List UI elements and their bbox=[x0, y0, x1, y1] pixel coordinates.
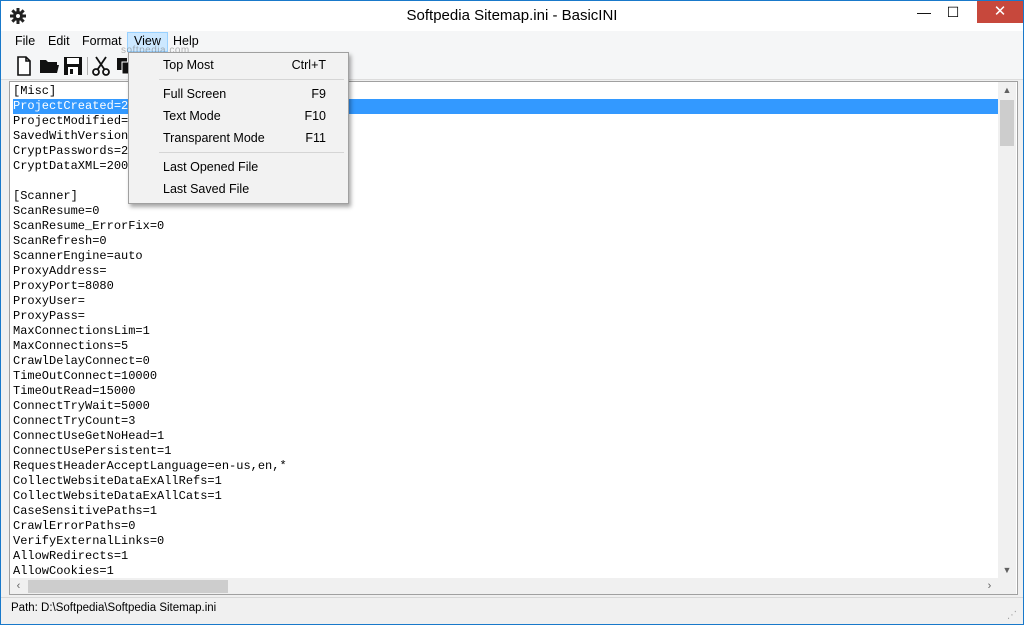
menu-edit[interactable]: Edit bbox=[42, 32, 76, 52]
editor-line[interactable]: CrawlErrorPaths=0 bbox=[13, 519, 998, 534]
editor-line[interactable]: ProxyUser= bbox=[13, 294, 998, 309]
editor-line[interactable]: ProxyPort=8080 bbox=[13, 279, 998, 294]
horizontal-scroll-thumb[interactable] bbox=[28, 580, 228, 593]
editor-line[interactable]: ConnectTryCount=3 bbox=[13, 414, 998, 429]
window-title: Softpedia Sitemap.ini - BasicINI bbox=[406, 7, 618, 24]
editor-line[interactable]: ConnectUseGetNoHead=1 bbox=[13, 429, 998, 444]
vertical-scroll-thumb[interactable] bbox=[1000, 100, 1014, 146]
menu-file[interactable]: File bbox=[9, 32, 41, 52]
editor-line[interactable]: ProxyAddress= bbox=[13, 264, 998, 279]
editor-line[interactable]: ScanResume=0 bbox=[13, 204, 998, 219]
editor-line[interactable]: AllowCookies=1 bbox=[13, 564, 998, 579]
menu-item-full-screen[interactable]: Full Screen F9 bbox=[131, 83, 346, 105]
new-file-icon[interactable] bbox=[13, 55, 35, 77]
menu-item-last-opened-file[interactable]: Last Opened File bbox=[131, 156, 346, 178]
menu-item-shortcut: F11 bbox=[305, 131, 326, 145]
editor-line[interactable]: ScannerEngine=auto bbox=[13, 249, 998, 264]
title-bar: Softpedia Sitemap.ini - BasicINI — ☐ ✕ bbox=[1, 1, 1023, 31]
menu-item-label: Text Mode bbox=[163, 109, 221, 123]
editor-line[interactable]: ProxyPass= bbox=[13, 309, 998, 324]
minimize-button[interactable]: — bbox=[910, 1, 938, 23]
editor-line[interactable]: TimeOutRead=15000 bbox=[13, 384, 998, 399]
menu-item-shortcut: Ctrl+T bbox=[291, 58, 326, 72]
menu-item-text-mode[interactable]: Text Mode F10 bbox=[131, 105, 346, 127]
scroll-up-icon[interactable]: ▲ bbox=[998, 82, 1016, 98]
scroll-down-icon[interactable]: ▼ bbox=[998, 562, 1016, 578]
menu-item-label: Last Opened File bbox=[163, 160, 259, 174]
menu-item-shortcut: F9 bbox=[311, 87, 326, 101]
file-path-status: Path: D:\Softpedia\Softpedia Sitemap.ini bbox=[11, 602, 217, 614]
editor-line[interactable]: ConnectUsePersistent=1 bbox=[13, 444, 998, 459]
editor-line[interactable]: MaxConnections=5 bbox=[13, 339, 998, 354]
close-button[interactable]: ✕ bbox=[977, 1, 1023, 23]
editor-line[interactable]: ConnectTryWait=5000 bbox=[13, 399, 998, 414]
editor-line[interactable]: VerifyExternalLinks=0 bbox=[13, 534, 998, 549]
menu-item-top-most[interactable]: Top Most Ctrl+T bbox=[131, 54, 346, 76]
menu-separator bbox=[159, 152, 344, 153]
toolbar-separator bbox=[87, 57, 88, 75]
save-disk-icon[interactable] bbox=[62, 55, 84, 77]
open-folder-icon[interactable] bbox=[38, 55, 60, 77]
vertical-scrollbar[interactable]: ▲ ▼ bbox=[998, 82, 1016, 578]
editor-line[interactable]: ScanResume_ErrorFix=0 bbox=[13, 219, 998, 234]
scroll-left-icon[interactable]: ‹ bbox=[10, 578, 27, 594]
menu-item-shortcut: F10 bbox=[304, 109, 326, 123]
resize-grip-icon[interactable]: ⋰ bbox=[1007, 610, 1019, 622]
scrollbar-corner bbox=[998, 578, 1016, 594]
view-dropdown-menu: Top Most Ctrl+T Full Screen F9 Text Mode… bbox=[128, 52, 349, 204]
editor-line[interactable]: AllowRedirects=1 bbox=[13, 549, 998, 564]
menu-separator bbox=[159, 79, 344, 80]
horizontal-scrollbar[interactable]: ‹ › bbox=[10, 578, 998, 594]
maximize-button[interactable]: ☐ bbox=[939, 1, 967, 23]
scissors-icon[interactable] bbox=[90, 55, 112, 77]
editor-line[interactable]: CollectWebsiteDataExAllRefs=1 bbox=[13, 474, 998, 489]
editor-line[interactable]: CollectWebsiteDataExAllCats=1 bbox=[13, 489, 998, 504]
editor-line[interactable]: ScanRefresh=0 bbox=[13, 234, 998, 249]
menu-item-last-saved-file[interactable]: Last Saved File bbox=[131, 178, 346, 200]
menu-item-label: Full Screen bbox=[163, 87, 227, 101]
menu-item-transparent-mode[interactable]: Transparent Mode F11 bbox=[131, 127, 346, 149]
menu-item-label: Top Most bbox=[163, 58, 214, 72]
scroll-right-icon[interactable]: › bbox=[981, 578, 998, 594]
status-bar: Path: D:\Softpedia\Softpedia Sitemap.ini… bbox=[1, 597, 1023, 624]
app-window: Softpedia Sitemap.ini - BasicINI — ☐ ✕ F… bbox=[0, 0, 1024, 625]
menu-format[interactable]: Format bbox=[76, 32, 128, 52]
editor-line[interactable]: RequestHeaderAcceptLanguage=en-us,en,* bbox=[13, 459, 998, 474]
editor-line[interactable]: CaseSensitivePaths=1 bbox=[13, 504, 998, 519]
editor-line[interactable]: MaxConnectionsLim=1 bbox=[13, 324, 998, 339]
menu-item-label: Transparent Mode bbox=[163, 131, 265, 145]
editor-line[interactable]: TimeOutConnect=10000 bbox=[13, 369, 998, 384]
editor-line[interactable]: CrawlDelayConnect=0 bbox=[13, 354, 998, 369]
menu-item-label: Last Saved File bbox=[163, 182, 250, 196]
